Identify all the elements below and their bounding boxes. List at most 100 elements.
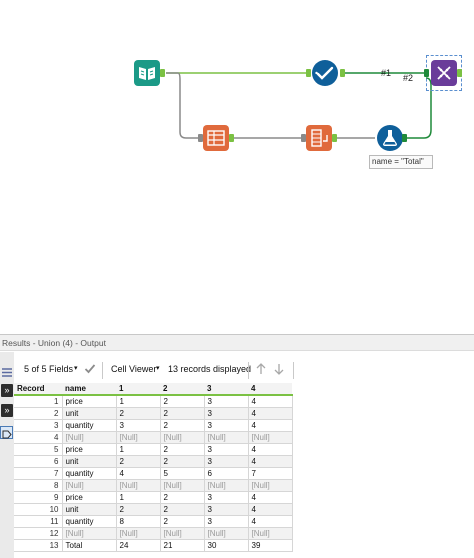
table-cell[interactable]: 4 bbox=[247, 514, 293, 528]
formula-tool[interactable] bbox=[377, 125, 403, 151]
expand-icon-2[interactable]: » bbox=[1, 404, 13, 417]
table-cell[interactable]: 1 bbox=[115, 442, 161, 456]
table-row[interactable]: 5 price 1 2 3 4 bbox=[14, 442, 293, 456]
table-cell[interactable]: 1 bbox=[115, 394, 161, 408]
table-cell[interactable]: 30 bbox=[203, 538, 249, 552]
table-cell[interactable]: 24 bbox=[115, 538, 161, 552]
table-cell[interactable]: [Null] bbox=[159, 430, 205, 444]
input-data-tool[interactable] bbox=[134, 60, 160, 86]
table-row[interactable]: 13 Total 24 21 30 39 bbox=[14, 538, 293, 552]
table-cell[interactable]: 4 bbox=[247, 442, 293, 456]
record-number[interactable]: 13 bbox=[14, 538, 63, 552]
cell-viewer-selector[interactable]: Cell Viewer bbox=[111, 364, 156, 374]
expand-icon[interactable]: » bbox=[1, 384, 13, 397]
fields-dropdown-icon[interactable]: ▾ bbox=[74, 364, 78, 372]
table-cell[interactable]: 2 bbox=[159, 418, 205, 432]
table-cell[interactable]: [Null] bbox=[115, 430, 161, 444]
union-input-anchor[interactable] bbox=[424, 69, 429, 77]
record-number[interactable]: 9 bbox=[14, 490, 63, 504]
table-cell[interactable]: 2 bbox=[159, 514, 205, 528]
table-cell[interactable]: 2 bbox=[159, 406, 205, 420]
record-number[interactable]: 5 bbox=[14, 442, 63, 456]
record-number[interactable]: 4 bbox=[14, 430, 63, 444]
table-cell[interactable]: Total bbox=[61, 538, 117, 552]
table-cell[interactable]: 4 bbox=[247, 406, 293, 420]
table-row[interactable]: 10 unit 2 2 3 4 bbox=[14, 502, 293, 516]
table-cell[interactable]: [Null] bbox=[115, 478, 161, 492]
table-cell[interactable]: 4 bbox=[247, 418, 293, 432]
table-cell[interactable]: 3 bbox=[203, 442, 249, 456]
column-header[interactable]: name bbox=[62, 383, 116, 396]
table-cell[interactable]: 3 bbox=[203, 406, 249, 420]
table-cell[interactable]: [Null] bbox=[203, 478, 249, 492]
table-cell[interactable]: quantity bbox=[61, 514, 117, 528]
table-cell[interactable]: price bbox=[61, 394, 117, 408]
table-cell[interactable]: unit bbox=[61, 406, 117, 420]
table-cell[interactable]: [Null] bbox=[159, 478, 205, 492]
table-row[interactable]: 2 unit 2 2 3 4 bbox=[14, 406, 293, 420]
table-cell[interactable]: 6 bbox=[203, 466, 249, 480]
record-number[interactable]: 11 bbox=[14, 514, 63, 528]
table-cell[interactable]: [Null] bbox=[159, 526, 205, 540]
table-cell[interactable]: [Null] bbox=[247, 526, 293, 540]
select-tool[interactable] bbox=[312, 60, 338, 86]
table-cell[interactable]: 3 bbox=[203, 490, 249, 504]
union-tool[interactable] bbox=[431, 60, 457, 86]
table-cell[interactable]: [Null] bbox=[247, 430, 293, 444]
table-row[interactable]: 11 quantity 8 2 3 4 bbox=[14, 514, 293, 528]
column-header[interactable]: Record bbox=[14, 383, 62, 396]
table-cell[interactable]: 2 bbox=[159, 490, 205, 504]
table-row[interactable]: 3 quantity 3 2 3 4 bbox=[14, 418, 293, 432]
table-cell[interactable]: 4 bbox=[247, 454, 293, 468]
table-cell[interactable]: 3 bbox=[203, 418, 249, 432]
table-row[interactable]: 9 price 1 2 3 4 bbox=[14, 490, 293, 504]
table-cell[interactable]: 3 bbox=[115, 418, 161, 432]
transpose-tool[interactable] bbox=[306, 125, 332, 151]
tag-icon[interactable] bbox=[0, 426, 13, 439]
table-cell[interactable]: price bbox=[61, 490, 117, 504]
transpose-output-anchor[interactable] bbox=[332, 134, 337, 142]
record-number[interactable]: 8 bbox=[14, 478, 63, 492]
table-row[interactable]: 1 price 1 2 3 4 bbox=[14, 394, 293, 408]
record-number[interactable]: 6 bbox=[14, 454, 63, 468]
table-cell[interactable]: quantity bbox=[61, 418, 117, 432]
table-cell[interactable]: 7 bbox=[247, 466, 293, 480]
table-cell[interactable]: 21 bbox=[159, 538, 205, 552]
fields-selector[interactable]: 5 of 5 Fields bbox=[24, 364, 73, 374]
connection-input-crosstab[interactable] bbox=[166, 72, 198, 139]
table-cell[interactable]: 4 bbox=[247, 394, 293, 408]
table-cell[interactable]: 2 bbox=[159, 502, 205, 516]
crosstab-output-anchor[interactable] bbox=[229, 134, 234, 142]
table-cell[interactable]: 2 bbox=[159, 454, 205, 468]
record-number[interactable]: 10 bbox=[14, 502, 63, 516]
table-row[interactable]: 7 quantity 4 5 6 7 bbox=[14, 466, 293, 480]
table-row[interactable]: 12 [Null] [Null] [Null] [Null] [Null] bbox=[14, 526, 293, 540]
table-cell[interactable]: [Null] bbox=[203, 430, 249, 444]
table-cell[interactable]: [Null] bbox=[115, 526, 161, 540]
table-cell[interactable]: unit bbox=[61, 454, 117, 468]
table-cell[interactable]: 8 bbox=[115, 514, 161, 528]
apply-check-icon[interactable] bbox=[84, 363, 96, 376]
table-cell[interactable]: 2 bbox=[115, 454, 161, 468]
table-cell[interactable]: 3 bbox=[203, 514, 249, 528]
column-header[interactable]: 2 bbox=[160, 383, 204, 396]
record-number[interactable]: 12 bbox=[14, 526, 63, 540]
table-cell[interactable]: 2 bbox=[115, 406, 161, 420]
table-cell[interactable]: [Null] bbox=[61, 430, 117, 444]
record-number[interactable]: 2 bbox=[14, 406, 63, 420]
list-icon[interactable] bbox=[1, 365, 13, 377]
arrow-up-icon[interactable] bbox=[255, 363, 267, 377]
table-cell[interactable]: [Null] bbox=[61, 526, 117, 540]
table-cell[interactable]: 4 bbox=[247, 490, 293, 504]
table-cell[interactable]: 1 bbox=[115, 490, 161, 504]
table-cell[interactable]: unit bbox=[61, 502, 117, 516]
table-cell[interactable]: 4 bbox=[115, 466, 161, 480]
column-header[interactable]: 4 bbox=[248, 383, 292, 396]
table-cell[interactable]: [Null] bbox=[203, 526, 249, 540]
table-cell[interactable]: 3 bbox=[203, 502, 249, 516]
arrow-down-icon[interactable] bbox=[273, 363, 285, 377]
table-cell[interactable]: 3 bbox=[203, 394, 249, 408]
table-cell[interactable]: 5 bbox=[159, 466, 205, 480]
table-cell[interactable]: 3 bbox=[203, 454, 249, 468]
table-cell[interactable]: 2 bbox=[115, 502, 161, 516]
